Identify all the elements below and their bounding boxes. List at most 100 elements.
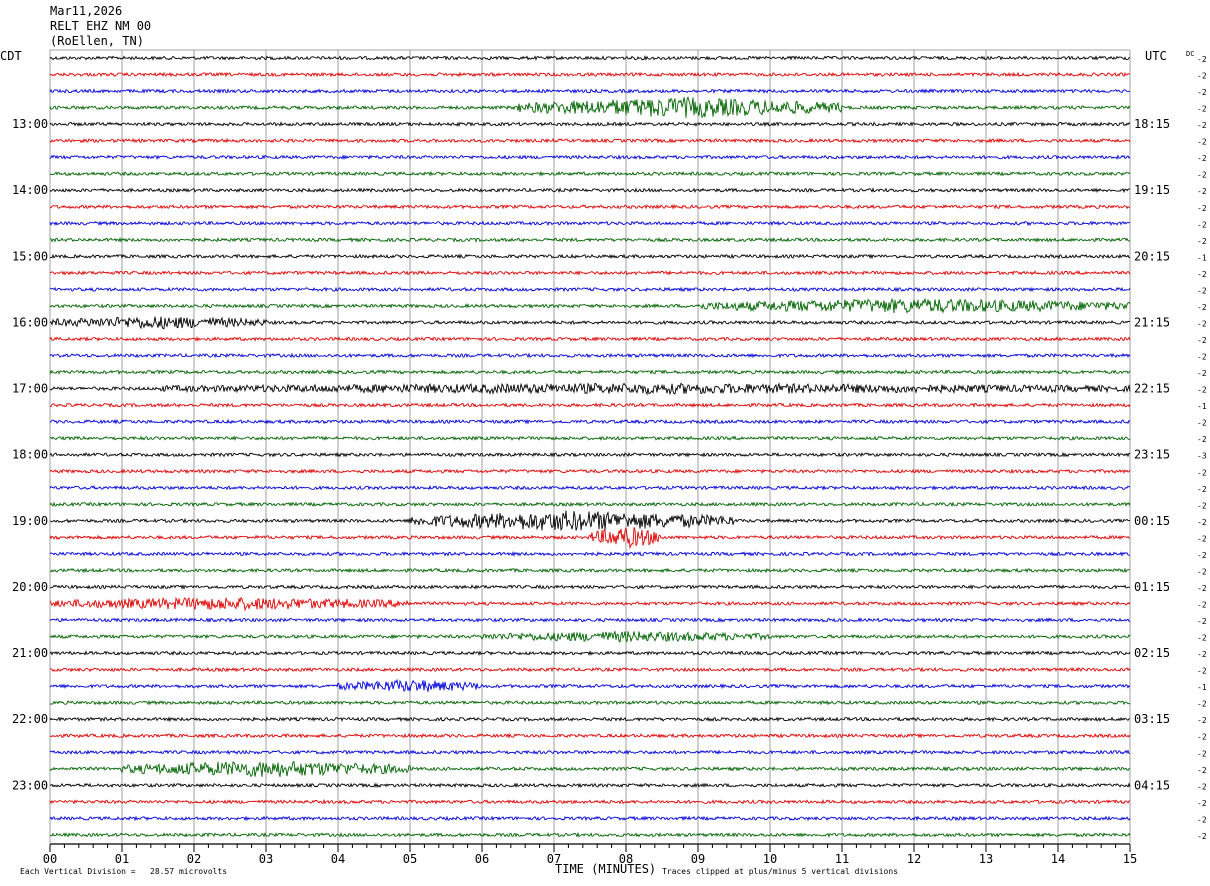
x-tick-label: 00 (43, 852, 57, 866)
dc-offset-label: -2 (1197, 220, 1207, 229)
x-tick-label: 10 (763, 852, 777, 866)
dc-offset-label: -2 (1197, 534, 1207, 543)
right-hour-label: 04:15 (1134, 778, 1170, 792)
trace-row (49, 666, 1131, 673)
left-hour-label: 14:00 (12, 183, 48, 197)
dc-offset-label: -2 (1197, 435, 1207, 444)
left-hour-label: 21:00 (12, 646, 48, 660)
trace-row (49, 584, 1131, 591)
trace-row (49, 451, 1131, 458)
dc-offset-label: -2 (1197, 353, 1207, 362)
left-hour-label: 17:00 (12, 382, 48, 396)
trace-row (49, 650, 1131, 657)
dc-offset-label: -2 (1197, 386, 1207, 395)
right-hour-label: 18:15 (1134, 117, 1170, 131)
x-tick-label: 05 (403, 852, 417, 866)
dc-offset-label: -2 (1197, 72, 1207, 81)
right-hour-label: 02:15 (1134, 646, 1170, 660)
trace-row (49, 527, 1131, 550)
trace-row (49, 220, 1131, 227)
dc-offset-label: -2 (1197, 700, 1207, 709)
trace-row (49, 253, 1131, 260)
trace-row (49, 121, 1131, 128)
dc-offset-label: -2 (1197, 567, 1207, 576)
trace-row (49, 732, 1131, 739)
trace-row (49, 831, 1131, 838)
dc-offset-label: -2 (1197, 799, 1207, 808)
trace-row (49, 815, 1131, 822)
dc-offset-label: -2 (1197, 485, 1207, 494)
dc-offset-label: -2 (1197, 667, 1207, 676)
dc-offset-label: -2 (1197, 650, 1207, 659)
dc-offset-label: -2 (1197, 270, 1207, 279)
left-hour-label: 22:00 (12, 712, 48, 726)
trace-row (49, 699, 1131, 706)
trace-row (49, 297, 1131, 314)
dc-offset-label: -2 (1197, 55, 1207, 64)
dc-offset-label: -2 (1197, 237, 1207, 246)
dc-offset-label: -2 (1197, 832, 1207, 841)
dc-offset-label: -2 (1197, 319, 1207, 328)
right-hour-label: 01:15 (1134, 580, 1170, 594)
dc-offset-label: -2 (1197, 782, 1207, 791)
trace-row (49, 596, 1131, 612)
trace-row (49, 761, 1131, 778)
trace-row (49, 435, 1131, 442)
trace-row (49, 170, 1131, 177)
trace-row (49, 501, 1131, 508)
right-hour-label: 19:15 (1134, 183, 1170, 197)
trace-row (49, 484, 1131, 491)
left-hour-label: 15:00 (12, 249, 48, 263)
left-hour-label: 23:00 (12, 778, 48, 792)
x-tick-label: 14 (1051, 852, 1065, 866)
trace-row (49, 88, 1131, 94)
trace-row (49, 567, 1131, 574)
right-hour-label: 03:15 (1134, 712, 1170, 726)
right-hour-label: 20:15 (1134, 249, 1170, 263)
x-tick-label: 12 (907, 852, 921, 866)
trace-row (49, 418, 1131, 425)
trace-row (49, 54, 1131, 61)
trace-row (49, 617, 1131, 623)
trace-row (49, 137, 1131, 144)
dc-offset-label: -2 (1197, 617, 1207, 626)
x-tick-label: 13 (979, 852, 993, 866)
x-tick-label: 01 (115, 852, 129, 866)
dc-offset-label: -2 (1197, 419, 1207, 428)
x-tick-label: 09 (691, 852, 705, 866)
dc-offset-label: -2 (1197, 171, 1207, 180)
dc-offset-label: -2 (1197, 766, 1207, 775)
x-tick-label: 11 (835, 852, 849, 866)
trace-row (49, 270, 1131, 276)
dc-offset-label: -2 (1197, 204, 1207, 213)
trace-row (49, 798, 1131, 805)
dc-offset-label: -2 (1197, 468, 1207, 477)
dc-offset-label: -1 (1197, 253, 1207, 262)
trace-row (49, 336, 1131, 342)
dc-offset-label: -2 (1197, 716, 1207, 725)
dc-offset-label: -1 (1197, 683, 1207, 692)
helicorder-plot: -2 -2 -2 -2 -2 -2 -2 -2 -2 -2 -2 -2 -1 -2 -2 -2 -2 -2 -2 -2… (12, 49, 1207, 866)
left-hour-label: 18:00 (12, 448, 48, 462)
trace-row (49, 286, 1131, 293)
left-hour-label: 20:00 (12, 580, 48, 594)
trace-row (49, 203, 1131, 210)
dc-offset-label: -2 (1197, 815, 1207, 824)
x-tick-label: 03 (259, 852, 273, 866)
dc-offset-label: -2 (1197, 733, 1207, 742)
x-tick-label: 02 (187, 852, 201, 866)
left-hour-label: 19:00 (12, 514, 48, 528)
trace-row (49, 236, 1131, 243)
right-hour-label: 23:15 (1134, 448, 1170, 462)
trace-row (49, 749, 1131, 756)
dc-offset-label: -2 (1197, 501, 1207, 510)
dc-offset-label: -1 (1197, 402, 1207, 411)
trace-row (49, 716, 1131, 723)
dc-offset-label: -2 (1197, 88, 1207, 97)
dc-offset-label: -2 (1197, 105, 1207, 114)
trace-row (49, 468, 1131, 475)
dc-offset-label: -2 (1197, 187, 1207, 196)
dc-offset-label: -2 (1197, 518, 1207, 527)
right-hour-label: 00:15 (1134, 514, 1170, 528)
x-tick-label: 15 (1123, 852, 1137, 866)
